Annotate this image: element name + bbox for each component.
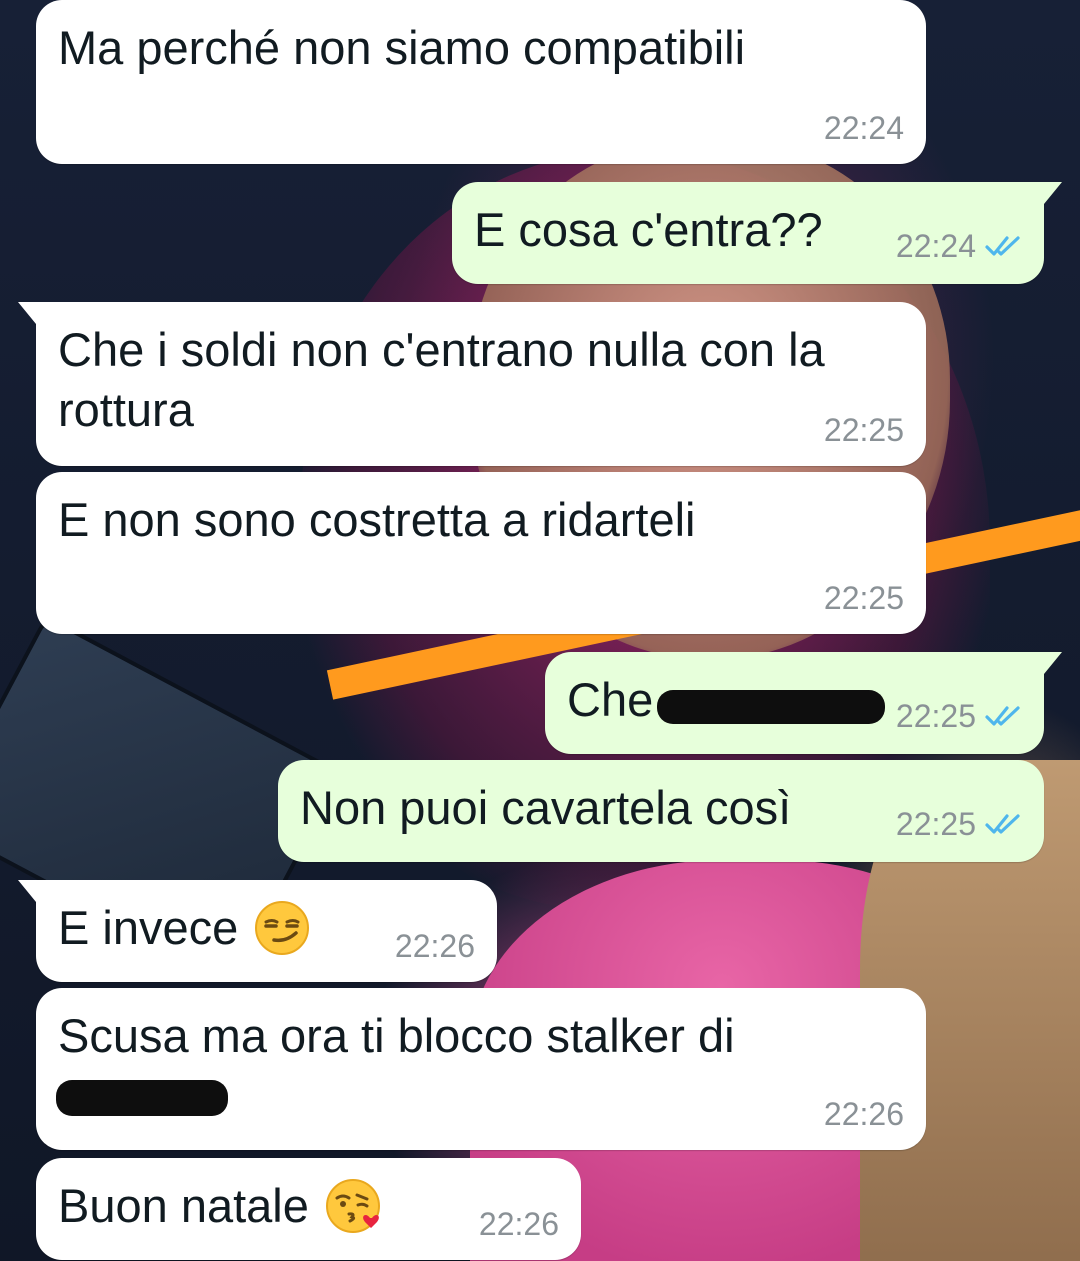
message-text: Ma perché non siamo compatibili bbox=[58, 21, 746, 74]
message-text: Scusa ma ora ti blocco stalker di bbox=[58, 1009, 735, 1062]
message-timestamp: 22:24 bbox=[823, 110, 904, 146]
message-thread[interactable]: Ma perché non siamo compatibili 22:24 E … bbox=[0, 0, 1080, 1261]
message-bubble-outgoing[interactable]: E cosa c'entra?? 22:24 bbox=[452, 182, 1062, 284]
message-bubble-outgoing[interactable]: Che s 22:25 bbox=[545, 652, 1062, 754]
message-timestamp: 22:25 bbox=[895, 806, 976, 842]
redaction-mark bbox=[56, 1080, 228, 1116]
message-bubble-incoming[interactable]: Che i soldi non c'entrano nulla con la r… bbox=[18, 302, 926, 466]
message-bubble-incoming[interactable]: E invece 22:26 bbox=[18, 880, 497, 982]
double-check-icon bbox=[985, 705, 1020, 726]
message-timestamp: 22:24 bbox=[895, 228, 976, 264]
message-timestamp-row: 22:25 bbox=[896, 698, 1024, 734]
message-bubble-incoming[interactable]: Scusa ma ora ti blocco stalker di 22:26 bbox=[36, 988, 926, 1150]
redaction-mark bbox=[657, 690, 885, 724]
message-timestamp: 22:26 bbox=[823, 1096, 904, 1132]
message-bubble-outgoing[interactable]: Non puoi cavartela così 22:25 bbox=[278, 760, 1044, 862]
message-timestamp: 22:25 bbox=[823, 580, 904, 616]
message-timestamp: 22:25 bbox=[895, 698, 976, 734]
message-text: E non sono costretta a ridarteli bbox=[58, 493, 696, 546]
message-bubble-incoming[interactable]: Buon natale 22:26 bbox=[36, 1158, 581, 1260]
double-check-icon bbox=[985, 813, 1020, 834]
message-timestamp-row: 22:25 bbox=[896, 806, 1024, 842]
double-check-icon bbox=[985, 235, 1020, 256]
message-timestamp: 22:25 bbox=[823, 412, 904, 448]
message-bubble-incoming[interactable]: E non sono costretta a ridarteli 22:25 bbox=[36, 472, 926, 634]
message-text: Buon natale bbox=[58, 1179, 309, 1232]
face-blowing-kiss-emoji bbox=[325, 1178, 380, 1233]
message-timestamp-row: 22:24 bbox=[896, 228, 1024, 264]
message-text: E invece bbox=[58, 901, 239, 954]
smirking-face-emoji bbox=[255, 900, 310, 955]
message-bubble-incoming[interactable]: Ma perché non siamo compatibili 22:24 bbox=[36, 0, 926, 164]
message-timestamp: 22:26 bbox=[478, 1206, 559, 1242]
message-timestamp: 22:26 bbox=[394, 928, 475, 964]
message-text: Che i soldi non c'entrano nulla con la r… bbox=[58, 323, 825, 436]
